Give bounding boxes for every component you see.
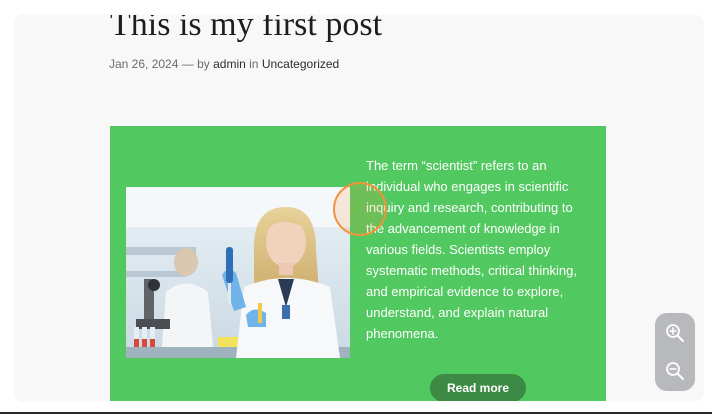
post-category-link[interactable]: Uncategorized xyxy=(262,57,339,71)
zoom-out-icon[interactable] xyxy=(655,353,695,389)
post-date: Jan 26, 2024 xyxy=(109,57,179,71)
scientist-photo xyxy=(126,187,350,358)
post-meta: Jan 26, 2024 — by admin in Uncategorized xyxy=(109,57,339,71)
post-author-link[interactable]: admin xyxy=(213,57,246,71)
post-excerpt: The term “scientist” refers to an indivi… xyxy=(366,158,577,341)
window-bottom-edge xyxy=(0,412,712,419)
read-more-button[interactable]: Read more xyxy=(430,374,526,401)
post-card: The term “scientist” refers to an indivi… xyxy=(110,126,606,401)
post-title[interactable]: This is my first post xyxy=(110,15,382,47)
browser-viewport: This is my first post Jan 26, 2024 — by … xyxy=(15,15,703,401)
zoom-controls xyxy=(655,313,695,391)
post-meta-separator: — by xyxy=(181,57,210,71)
zoom-in-icon[interactable] xyxy=(655,315,695,351)
page: This is my first post Jan 26, 2024 — by … xyxy=(0,0,712,419)
scientist-illustration xyxy=(126,187,350,358)
post-meta-in: in xyxy=(249,57,259,71)
